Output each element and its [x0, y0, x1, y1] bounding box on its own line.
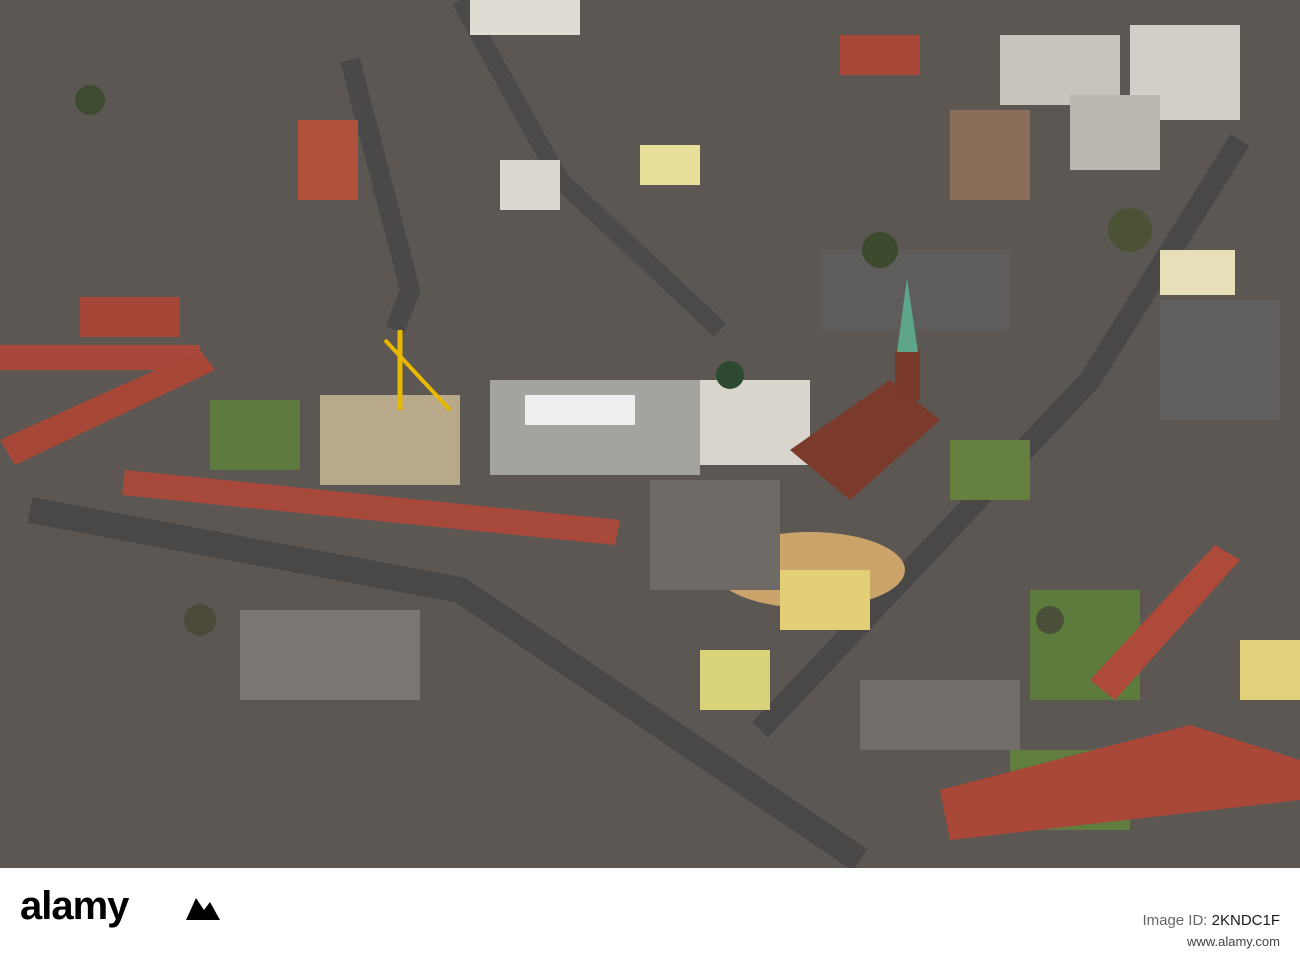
tree [716, 361, 744, 389]
grey-roof-building-center [650, 480, 780, 590]
tree [184, 604, 216, 636]
yellow-block-southeast [1240, 640, 1300, 700]
red-roof-cluster-north [840, 35, 920, 75]
grey-roof-building-south [240, 610, 420, 700]
aerial-photograph [0, 0, 1300, 868]
image-id: Image ID: 2KNDC1F [1142, 912, 1280, 929]
light-building-north-1 [470, 0, 580, 35]
brand-wordmark: alamy [20, 884, 129, 928]
alamy-logo-icon [186, 898, 220, 920]
light-building-east [1160, 250, 1235, 295]
light-building-north-2 [500, 160, 560, 210]
church-lawn [950, 440, 1030, 500]
courtyard-lawn-west [210, 400, 300, 470]
yellow-facade-north [640, 145, 700, 185]
construction-site [320, 395, 460, 485]
scaffolded-building [490, 380, 700, 475]
tree [862, 232, 898, 268]
red-roof-row-northwest-1 [80, 297, 180, 337]
tree [75, 85, 105, 115]
image-id-label: Image ID: [1142, 912, 1208, 929]
parking-lot-east [1160, 300, 1280, 420]
grey-roof-building-southeast [860, 680, 1020, 750]
yellow-facade-south [780, 570, 870, 630]
watermark-bar: alamy Image ID: 2KNDC1F www.alamy.com [0, 868, 1300, 957]
highrise-northeast-4 [1070, 95, 1160, 170]
church-tower [895, 350, 920, 400]
image-id-value: 2KNDC1F [1211, 912, 1280, 929]
red-roof-tower-northwest [298, 120, 358, 200]
site-url: www.alamy.com [1187, 934, 1280, 949]
tree [1108, 208, 1152, 252]
highrise-northeast-1 [950, 110, 1030, 200]
aerial-scene [0, 0, 1300, 868]
tree [1036, 606, 1064, 634]
highrise-northeast-2 [1000, 35, 1120, 105]
yellow-facade-southeast [700, 650, 770, 710]
scaffold-white-covers [525, 395, 635, 425]
parking-lot [820, 250, 1010, 330]
